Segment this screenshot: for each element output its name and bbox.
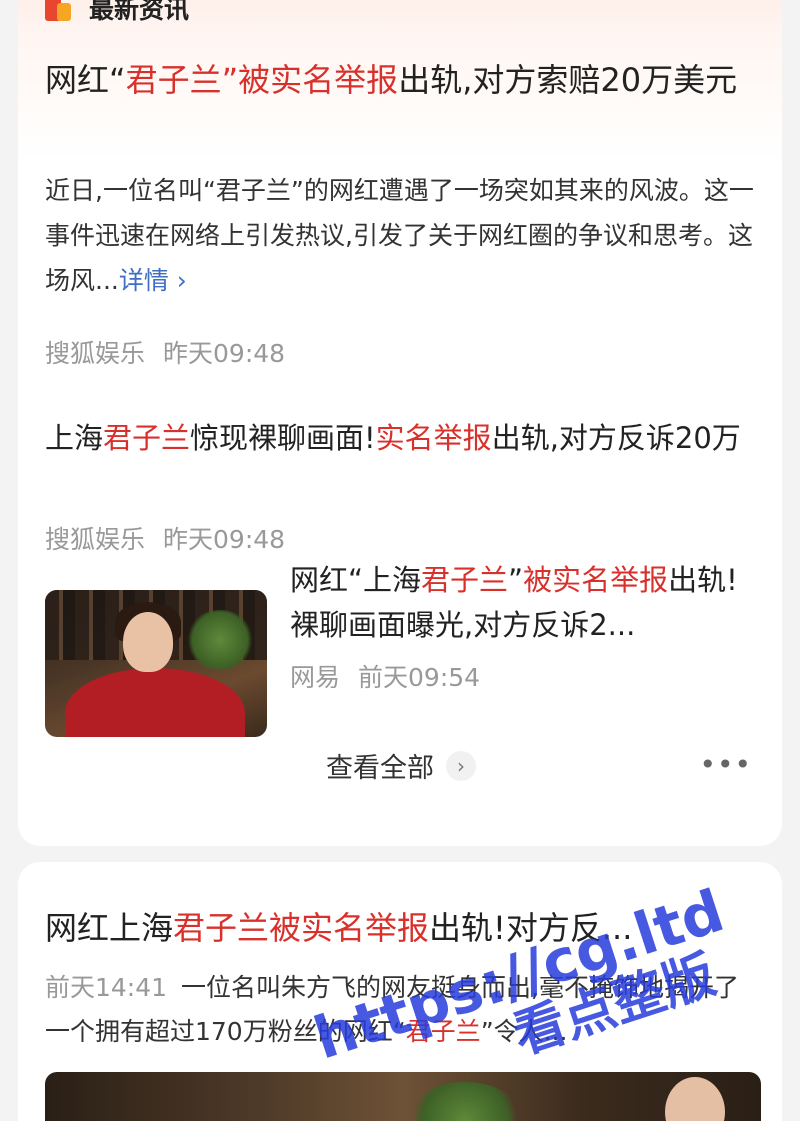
source-label: 搜狐娱乐 xyxy=(45,339,146,368)
article-summary: 近日,一位名叫“君子兰”的网红遭遇了一场突如其来的风波。这一事件迅速在网络上引发… xyxy=(45,168,761,303)
summary-highlight: 君子兰 xyxy=(405,1017,481,1046)
more-options-icon[interactable]: ••• xyxy=(699,748,752,781)
article-image[interactable] xyxy=(45,1072,761,1121)
time-label: 前天14:41 xyxy=(45,973,168,1002)
news-card: 最新资讯 网红“君子兰”被实名举报出轨,对方索赔20万美元 近日,一位名叫“君子… xyxy=(18,0,782,846)
title-part: 网红上海 xyxy=(45,909,174,947)
article-summary: 前天14:41 一位名叫朱方飞的网友挺身而出,毫不掩饰地揭开了一个拥有超过170万… xyxy=(45,966,761,1054)
title-part: 网红“上海 xyxy=(290,563,422,597)
article-meta: 搜狐娱乐 昨天09:48 xyxy=(45,520,285,556)
time-label: 昨天09:48 xyxy=(163,525,286,554)
title-highlight: 君子兰 xyxy=(103,421,191,455)
title-part: ” xyxy=(508,563,524,597)
article-meta: 搜狐娱乐 昨天09:48 xyxy=(45,334,285,370)
section-title: 最新资讯 xyxy=(89,0,190,24)
summary-text: ”令人... xyxy=(480,1017,568,1046)
article-title[interactable]: 网红上海君子兰被实名举报出轨!对方反... xyxy=(45,904,761,952)
section-header: 最新资讯 xyxy=(45,0,189,26)
news-card: 网红上海君子兰被实名举报出轨!对方反... 前天14:41 一位名叫朱方飞的网友挺… xyxy=(18,862,782,1121)
title-highlight: 君子兰被实名举报 xyxy=(173,909,430,947)
title-part: 上海 xyxy=(45,421,104,455)
title-part: 出轨,对方索赔20万美元 xyxy=(398,61,738,99)
view-all-label: 查看全部 xyxy=(326,753,434,784)
time-label: 昨天09:48 xyxy=(163,339,286,368)
article-title[interactable]: 网红“上海君子兰”被实名举报出轨!裸聊画面曝光,对方反诉2... xyxy=(290,558,760,648)
source-label: 搜狐娱乐 xyxy=(45,525,146,554)
title-part: 出轨,对方反诉20万 xyxy=(491,421,741,455)
chevron-right-icon: › xyxy=(446,750,476,781)
title-highlight: 君子兰 xyxy=(421,563,509,597)
article-title[interactable]: 上海君子兰惊现裸聊画面!实名举报出轨,对方反诉20万 xyxy=(45,416,745,461)
article-meta: 网易 前天09:54 xyxy=(290,658,480,694)
title-part: 出轨!对方反... xyxy=(429,909,633,947)
article-thumbnail[interactable] xyxy=(45,590,267,737)
title-highlight: 君子兰”被实名举报 xyxy=(125,61,399,99)
view-all-button[interactable]: 查看全部 › xyxy=(326,746,476,785)
title-part: 惊现裸聊画面! xyxy=(190,421,376,455)
details-link[interactable]: 详情 › xyxy=(119,266,187,295)
article-title[interactable]: 网红“君子兰”被实名举报出轨,对方索赔20万美元 xyxy=(45,54,745,106)
news-logo-icon xyxy=(45,0,75,23)
title-highlight: 被实名举报 xyxy=(523,563,669,597)
title-highlight: 实名举报 xyxy=(375,421,492,455)
time-label: 前天09:54 xyxy=(358,663,481,692)
source-label: 网易 xyxy=(290,663,341,692)
title-part: 网红“ xyxy=(45,61,126,99)
